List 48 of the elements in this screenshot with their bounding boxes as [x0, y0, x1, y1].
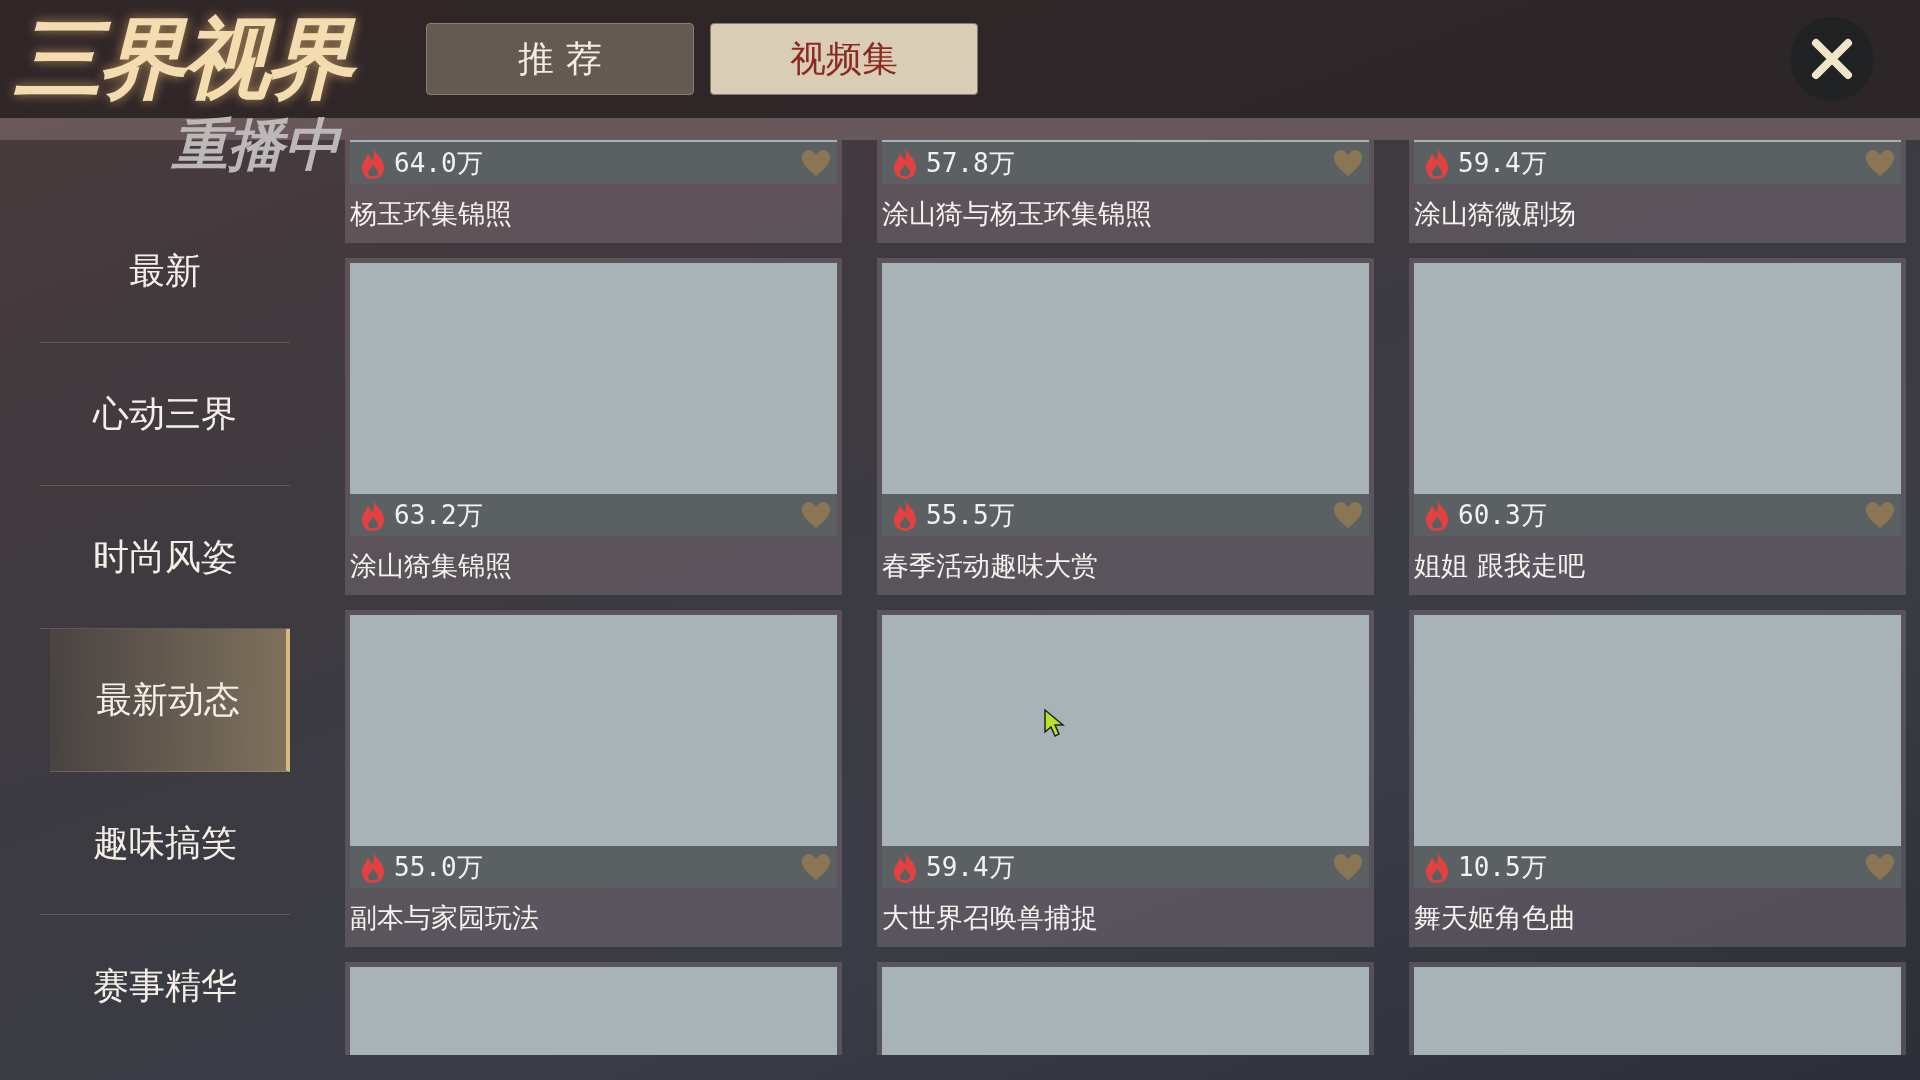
view-count: 57.8万: [926, 146, 1015, 180]
category-item[interactable]: 心动三界: [40, 343, 290, 486]
video-card[interactable]: 59.4万 涂山猗微剧场: [1409, 140, 1906, 243]
heart-icon[interactable]: [801, 501, 831, 529]
view-count: 64.0万: [394, 146, 483, 180]
tab[interactable]: 视频集: [710, 23, 978, 95]
heart-icon[interactable]: [801, 149, 831, 177]
close-icon: [1810, 37, 1854, 81]
video-title: 副本与家园玩法: [350, 901, 540, 935]
video-title: 杨玉环集锦照: [350, 197, 513, 231]
video-card[interactable]: 55.0万 副本与家园玩法: [345, 610, 842, 947]
view-count: 59.4万: [926, 850, 1015, 884]
video-title: 姐姐 跟我走吧: [1414, 549, 1586, 583]
video-card[interactable]: 64.0万 杨玉环集锦照: [345, 140, 842, 243]
heart-icon[interactable]: [1333, 501, 1363, 529]
video-title: 涂山猗微剧场: [1414, 197, 1577, 231]
video-title: 春季活动趣味大赏: [882, 549, 1099, 583]
heart-icon[interactable]: [1865, 853, 1895, 881]
video-card[interactable]: 63.2万 涂山猗集锦照: [345, 258, 842, 595]
video-card[interactable]: 10.5万 舞天姬角色曲: [1409, 610, 1906, 947]
video-title: 涂山猗集锦照: [350, 549, 513, 583]
replay-label: 重播中: [172, 111, 340, 179]
heart-icon[interactable]: [1333, 853, 1363, 881]
video-title: 大世界召唤兽捕捉: [882, 901, 1099, 935]
category-item[interactable]: 赛事精华: [40, 915, 290, 1055]
category-item[interactable]: 最新: [40, 200, 290, 343]
heart-icon[interactable]: [1865, 149, 1895, 177]
category-item[interactable]: 趣味搞笑: [40, 772, 290, 915]
view-count: 10.5万: [1458, 850, 1547, 884]
category-item[interactable]: 时尚风姿: [40, 486, 290, 629]
heart-icon[interactable]: [1865, 501, 1895, 529]
video-card[interactable]: 59.4万 大世界召唤兽捕捉: [877, 610, 1374, 947]
category-item[interactable]: 最新动态: [50, 629, 290, 772]
heart-icon[interactable]: [801, 853, 831, 881]
logo-title: 三界视界: [14, 10, 414, 108]
video-card[interactable]: 57.8万 涂山猗与杨玉环集锦照: [877, 140, 1374, 243]
view-count: 55.5万: [926, 498, 1015, 532]
video-card[interactable]: 55.5万 春季活动趣味大赏: [877, 258, 1374, 595]
video-title: 涂山猗与杨玉环集锦照: [882, 197, 1153, 231]
view-count: 55.0万: [394, 850, 483, 884]
view-count: 63.2万: [394, 498, 483, 532]
view-count: 59.4万: [1458, 146, 1547, 180]
view-count: 60.3万: [1458, 498, 1547, 532]
video-card[interactable]: 60.3万 姐姐 跟我走吧: [1409, 258, 1906, 595]
heart-icon[interactable]: [1333, 149, 1363, 177]
tab[interactable]: 推 荐: [426, 23, 694, 95]
cursor-icon: [1043, 708, 1065, 738]
video-title: 舞天姬角色曲: [1414, 901, 1577, 935]
